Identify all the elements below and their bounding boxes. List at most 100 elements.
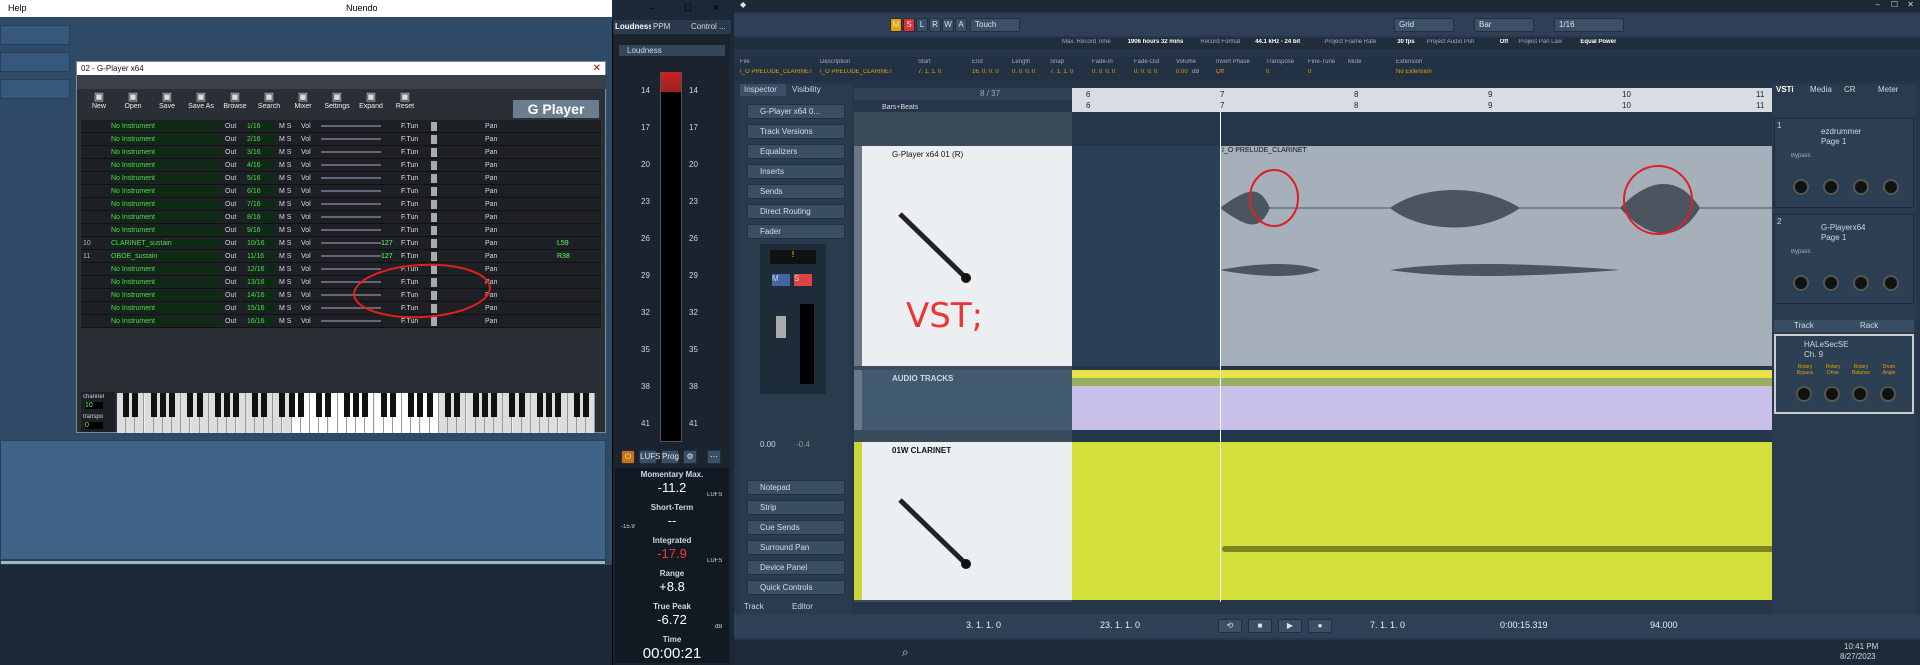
output-selector[interactable]: 8/16 bbox=[247, 213, 275, 222]
menu-help[interactable]: Help bbox=[8, 3, 27, 13]
piano-black-key[interactable] bbox=[297, 393, 304, 417]
transport-time[interactable]: 0:00:15.319 bbox=[1500, 620, 1560, 630]
volume-slider[interactable] bbox=[321, 242, 381, 244]
quick-control-knob[interactable] bbox=[1823, 179, 1839, 195]
instrument-slot[interactable]: 1 ezdrummer Page 1 Bypass bbox=[1774, 118, 1914, 208]
toolbar-reset-button[interactable]: ▣ Reset bbox=[389, 90, 421, 118]
inspector-section-sends[interactable]: Sends bbox=[747, 184, 845, 199]
instrument-selector[interactable]: No Instrument bbox=[111, 187, 221, 196]
status-field[interactable]: 1906 hours 32 mins bbox=[1128, 39, 1184, 45]
quick-control-knob[interactable] bbox=[1793, 179, 1809, 195]
tab-track[interactable]: Track bbox=[744, 602, 784, 611]
loudness-header[interactable]: Loudness bbox=[619, 45, 725, 56]
piano-black-key[interactable] bbox=[196, 393, 203, 417]
track-folder[interactable]: AUDIO TRACKS bbox=[854, 370, 1072, 430]
inspector-section-strip[interactable]: Strip bbox=[747, 500, 845, 515]
piano-black-key[interactable] bbox=[159, 393, 166, 417]
finetune-knob[interactable] bbox=[431, 174, 437, 183]
track-audio[interactable]: 01W CLARINET bbox=[854, 442, 1072, 600]
audio-region[interactable] bbox=[1072, 442, 1802, 600]
output-selector[interactable]: 1/16 bbox=[247, 122, 275, 131]
piano-black-key[interactable] bbox=[316, 393, 323, 417]
mute-solo-buttons[interactable]: M S bbox=[279, 317, 295, 326]
rack-tab[interactable]: Rack bbox=[1860, 321, 1878, 330]
output-selector[interactable]: 3/16 bbox=[247, 148, 275, 157]
volume-slider[interactable] bbox=[321, 177, 381, 179]
piano-black-key[interactable] bbox=[325, 393, 332, 417]
mute-solo-buttons[interactable]: M S bbox=[279, 304, 295, 313]
tab-cr[interactable]: CR bbox=[1844, 85, 1856, 94]
gplayer-channel-row[interactable]: No Instrument Out 7/16 M S Vol F.Tun Pan bbox=[81, 198, 601, 211]
tab-loudness[interactable]: Loudness bbox=[615, 22, 651, 31]
gplayer-channel-row[interactable]: No Instrument Out 5/16 M S Vol F.Tun Pan bbox=[81, 172, 601, 185]
folder-lanes[interactable] bbox=[1072, 370, 1802, 430]
piano-black-key[interactable] bbox=[472, 393, 479, 417]
status-field[interactable]: 44.1 kHz - 24 bit bbox=[1255, 39, 1300, 45]
track-name[interactable]: 01W CLARINET bbox=[892, 446, 951, 455]
ruler[interactable]: 6 6 7 7 8 8 9 9 10 10 11 11 bbox=[1072, 88, 1802, 112]
channel-value[interactable]: 10 bbox=[85, 402, 103, 409]
mute-solo-buttons[interactable]: M S bbox=[279, 174, 295, 183]
piano-black-key[interactable] bbox=[279, 393, 286, 417]
output-selector[interactable]: 7/16 bbox=[247, 200, 275, 209]
mute-solo-buttons[interactable]: M S bbox=[279, 226, 295, 235]
toolbar-expand-button[interactable]: ▣ Expand bbox=[355, 90, 387, 118]
volume-slider[interactable] bbox=[321, 229, 381, 231]
status-field[interactable]: Equal Power bbox=[1580, 39, 1616, 45]
search-icon[interactable]: ⌕ bbox=[902, 645, 909, 660]
status-field[interactable]: 30 fps bbox=[1397, 39, 1414, 45]
info-value[interactable]: 0. 0. 0. 0 bbox=[1092, 69, 1132, 75]
piano-black-key[interactable] bbox=[224, 393, 231, 417]
toolbar-bar-select[interactable]: Bar bbox=[1474, 18, 1534, 32]
transport-play-button[interactable]: ▶ bbox=[1278, 619, 1302, 633]
gplayer-channel-row[interactable]: No Instrument Out 2/16 M S Vol F.Tun Pan bbox=[81, 133, 601, 146]
insert-knob[interactable] bbox=[1852, 386, 1868, 402]
mute-solo-buttons[interactable]: M S bbox=[279, 239, 295, 248]
transpo-value[interactable]: 0 bbox=[85, 422, 103, 429]
tab-vsti[interactable]: VSTi bbox=[1776, 85, 1794, 94]
piano-black-key[interactable] bbox=[445, 393, 451, 417]
volume-slider[interactable] bbox=[321, 203, 381, 205]
piano-black-key[interactable] bbox=[518, 393, 525, 417]
gplayer-channel-row[interactable]: No Instrument Out 4/16 M S Vol F.Tun Pan bbox=[81, 159, 601, 172]
quick-control-knob[interactable] bbox=[1883, 179, 1899, 195]
transport-position[interactable]: 7. 1. 1. 0 bbox=[1370, 620, 1430, 630]
piano-black-key[interactable] bbox=[555, 393, 562, 417]
toolbar-browse-button[interactable]: ▣ Browse bbox=[219, 90, 251, 118]
mute-solo-buttons[interactable]: M S bbox=[279, 213, 295, 222]
piano-black-key[interactable] bbox=[233, 393, 240, 417]
inspector-section-equalizers[interactable]: Equalizers bbox=[747, 144, 845, 159]
inspector-section-quick-controls[interactable]: Quick Controls bbox=[747, 580, 845, 595]
piano-black-key[interactable] bbox=[426, 393, 433, 417]
track-gplayer[interactable]: G-Player x64 01 (R) VST; bbox=[854, 146, 1072, 366]
mode-m-button[interactable]: M bbox=[890, 18, 902, 32]
window-close-icon[interactable]: ✕ bbox=[1907, 0, 1914, 9]
inspector-section-inserts[interactable]: Inserts bbox=[747, 164, 845, 179]
piano-black-key[interactable] bbox=[546, 393, 553, 417]
mute-solo-buttons[interactable]: M S bbox=[279, 265, 295, 274]
quick-control-knob[interactable] bbox=[1883, 275, 1899, 291]
piano-black-key[interactable] bbox=[123, 393, 129, 417]
gplayer-channel-row[interactable]: No Instrument Out 13/16 M S Vol F.Tun Pan bbox=[81, 276, 601, 289]
volume-slider[interactable] bbox=[321, 151, 381, 153]
finetune-knob[interactable] bbox=[431, 226, 437, 235]
mute-solo-buttons[interactable]: M S bbox=[279, 148, 295, 157]
transport-record-button[interactable]: ● bbox=[1308, 619, 1332, 633]
tab-control[interactable]: Control ... bbox=[691, 22, 727, 31]
maximize-icon[interactable]: ☐ bbox=[684, 3, 692, 14]
window-minimize-icon[interactable]: – bbox=[1876, 0, 1880, 9]
inspector-section-fader[interactable]: Fader bbox=[747, 224, 845, 239]
gplayer-channel-row[interactable]: 11 OBOE_sustain Out 11/16 M S Vol F.Tun Pan 127 R… bbox=[81, 250, 601, 263]
output-selector[interactable]: 2/16 bbox=[247, 135, 275, 144]
insert-knob[interactable] bbox=[1796, 386, 1812, 402]
info-value[interactable]: 7. 1. 1. 0 bbox=[918, 69, 970, 75]
toolbar-settings-button[interactable]: ▣ Settings bbox=[321, 90, 353, 118]
toolbar-new-button[interactable]: ▣ New bbox=[83, 90, 115, 118]
transport-tempo[interactable]: 94.000 bbox=[1650, 620, 1690, 630]
minimize-icon[interactable]: – bbox=[650, 3, 655, 13]
instrument-selector[interactable]: No Instrument bbox=[111, 317, 221, 326]
info-value[interactable]: I_O PRELUDE_CLARINET bbox=[740, 69, 818, 75]
output-selector[interactable]: 14/16 bbox=[247, 291, 275, 300]
toolbar-search-button[interactable]: ▣ Search bbox=[253, 90, 285, 118]
finetune-knob[interactable] bbox=[431, 122, 437, 131]
